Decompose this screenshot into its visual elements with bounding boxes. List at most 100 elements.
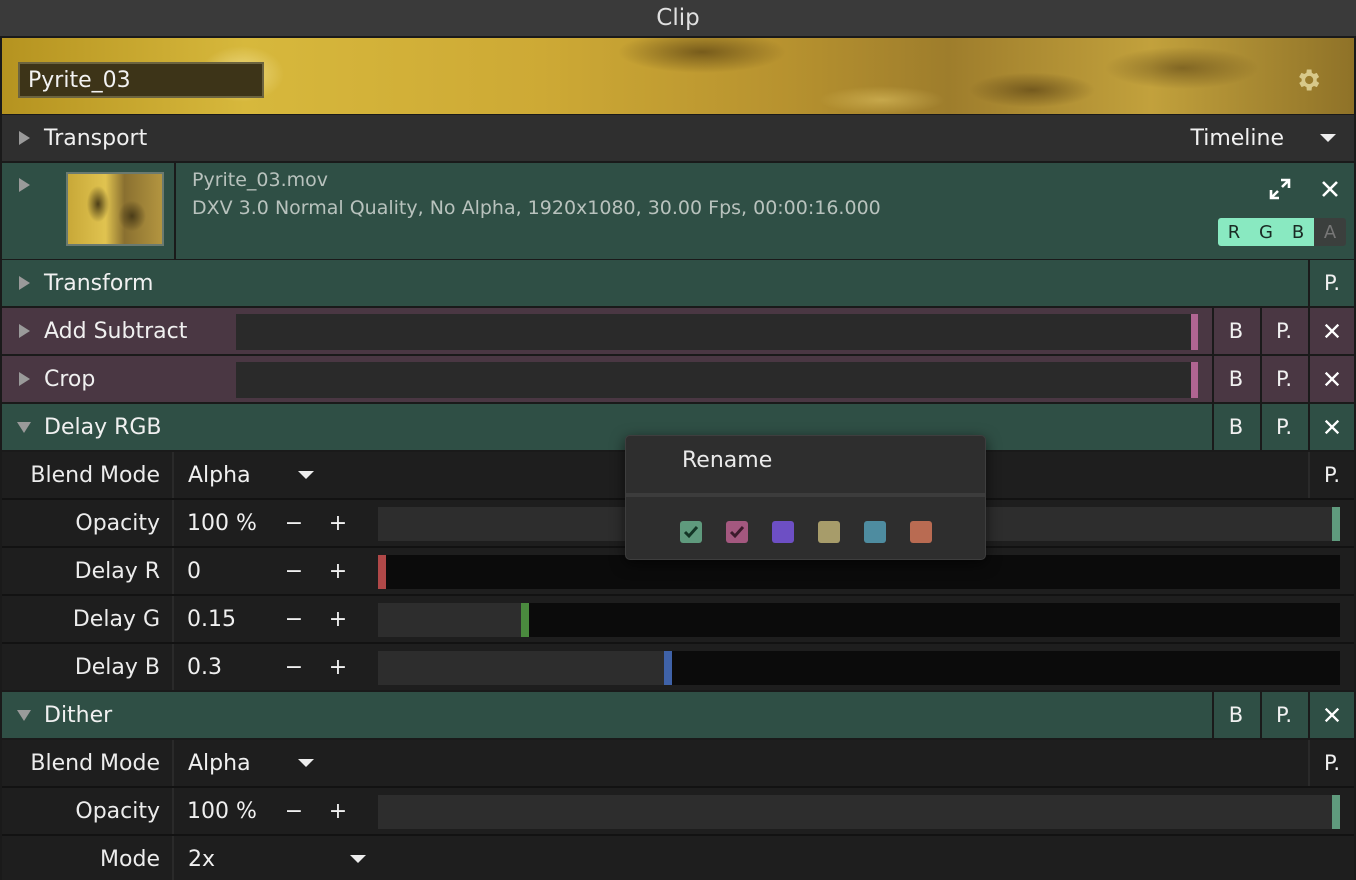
collapse-arrow-icon[interactable] (17, 709, 31, 721)
mode-dropdown[interactable]: 2x (188, 836, 215, 880)
effect-dither[interactable]: Dither B P. (2, 692, 1354, 738)
effect-label: Crop (44, 366, 96, 392)
preset-button[interactable]: P. (1260, 404, 1306, 450)
color-swatch-blue[interactable] (864, 521, 886, 543)
effect-label: Add Subtract (44, 318, 188, 344)
chevron-down-icon[interactable] (298, 759, 314, 767)
bypass-button[interactable]: B (1212, 308, 1258, 354)
close-icon (1324, 323, 1340, 339)
menu-separator (626, 493, 985, 497)
decrement-button[interactable]: − (285, 548, 303, 594)
preset-button[interactable]: P. (1260, 308, 1306, 354)
remove-effect-button[interactable] (1308, 404, 1354, 450)
chevron-down-icon[interactable] (298, 471, 314, 479)
param-label: Delay G (2, 596, 174, 642)
color-swatch-green[interactable] (680, 521, 702, 543)
effect-label: Delay RGB (44, 414, 162, 440)
check-icon (729, 526, 745, 539)
param-blend-mode: Blend Mode Alpha P. (2, 740, 1354, 786)
channel-b-toggle[interactable]: B (1282, 218, 1314, 246)
param-delay-b: Delay B 0.3 − + (2, 644, 1354, 690)
increment-button[interactable]: + (329, 548, 347, 594)
close-icon (1324, 707, 1340, 723)
preset-button[interactable]: P. (1308, 452, 1354, 498)
expand-arrow-icon[interactable] (19, 276, 30, 290)
effect-crop[interactable]: Crop B P. (2, 356, 1354, 402)
clip-banner (2, 38, 1354, 114)
media-thumb-cell (2, 163, 176, 259)
color-swatch-purple[interactable] (772, 521, 794, 543)
transform-label: Transform (44, 270, 154, 296)
param-label: Opacity (2, 788, 174, 834)
rename-menu-item[interactable]: Rename (682, 448, 772, 473)
increment-button[interactable]: + (329, 644, 347, 690)
decrement-button[interactable]: − (285, 500, 303, 546)
effect-context-menu: Rename (625, 435, 986, 560)
effect-add-subtract[interactable]: Add Subtract B P. (2, 308, 1354, 354)
color-swatch-pink[interactable] (726, 521, 748, 543)
preset-button[interactable]: P. (1260, 356, 1306, 402)
delay-r-slider[interactable] (378, 555, 1340, 589)
bypass-button[interactable]: B (1212, 404, 1258, 450)
increment-button[interactable]: + (329, 500, 347, 546)
transport-mode-dropdown[interactable]: Timeline (1190, 126, 1284, 151)
expand-arrow-icon[interactable] (19, 372, 30, 386)
gear-icon[interactable] (1294, 66, 1322, 94)
transport-header[interactable]: Transport Timeline (2, 115, 1354, 161)
preset-button[interactable]: P. (1260, 692, 1306, 738)
file-name: Pyrite_03.mov (192, 169, 329, 191)
opacity-value[interactable]: 100 % (187, 788, 257, 834)
transform-header[interactable]: Transform P. (2, 260, 1354, 306)
channel-a-toggle[interactable]: A (1314, 218, 1346, 246)
opacity-value[interactable]: 100 % (187, 500, 257, 546)
remove-effect-button[interactable] (1308, 308, 1354, 354)
chevron-down-icon[interactable] (1320, 134, 1336, 142)
transport-label: Transport (44, 125, 148, 151)
check-icon (683, 526, 699, 539)
remove-effect-button[interactable] (1308, 356, 1354, 402)
expand-arrow-icon[interactable] (19, 131, 30, 145)
color-swatch-khaki[interactable] (818, 521, 840, 543)
blend-mode-dropdown[interactable]: Alpha (188, 740, 251, 786)
panel-title-text: Clip (656, 5, 700, 31)
decrement-button[interactable]: − (285, 644, 303, 690)
expand-arrow-icon[interactable] (19, 178, 30, 192)
increment-button[interactable]: + (329, 788, 347, 834)
remove-effect-button[interactable] (1308, 692, 1354, 738)
param-mode: Mode 2x (2, 836, 1354, 880)
bypass-button[interactable]: B (1212, 356, 1258, 402)
effect-label: Dither (44, 702, 113, 728)
delay-g-value[interactable]: 0.15 (187, 596, 236, 642)
bypass-button[interactable]: B (1212, 692, 1258, 738)
delay-b-value[interactable]: 0.3 (187, 644, 222, 690)
decrement-button[interactable]: − (285, 788, 303, 834)
channel-toggles: R G B A (1218, 218, 1346, 246)
color-swatch-orange[interactable] (910, 521, 932, 543)
param-delay-g: Delay G 0.15 − + (2, 596, 1354, 642)
delay-r-value[interactable]: 0 (187, 548, 201, 594)
expand-icon[interactable] (1269, 178, 1291, 200)
channel-r-toggle[interactable]: R (1218, 218, 1250, 246)
blend-mode-dropdown[interactable]: Alpha (188, 452, 251, 498)
param-opacity: Opacity 100 % − + (2, 788, 1354, 834)
decrement-button[interactable]: − (285, 596, 303, 642)
close-icon[interactable] (1320, 179, 1340, 199)
expand-arrow-icon[interactable] (19, 324, 30, 338)
effect-opacity-bar[interactable] (236, 314, 1198, 350)
close-icon (1324, 371, 1340, 387)
delay-b-slider[interactable] (378, 651, 1340, 685)
clip-name-input[interactable] (18, 62, 264, 98)
collapse-arrow-icon[interactable] (17, 421, 31, 433)
channel-g-toggle[interactable]: G (1250, 218, 1282, 246)
preset-button[interactable]: P. (1308, 740, 1354, 786)
delay-g-slider[interactable] (378, 603, 1340, 637)
param-label: Blend Mode (2, 740, 174, 786)
opacity-slider[interactable] (378, 795, 1340, 829)
chevron-down-icon[interactable] (350, 855, 366, 863)
param-label: Delay B (2, 644, 174, 690)
increment-button[interactable]: + (329, 596, 347, 642)
media-source: Pyrite_03.mov DXV 3.0 Normal Quality, No… (2, 163, 1354, 259)
preset-button[interactable]: P. (1308, 260, 1354, 306)
param-label: Opacity (2, 500, 174, 546)
effect-opacity-bar[interactable] (236, 362, 1198, 398)
